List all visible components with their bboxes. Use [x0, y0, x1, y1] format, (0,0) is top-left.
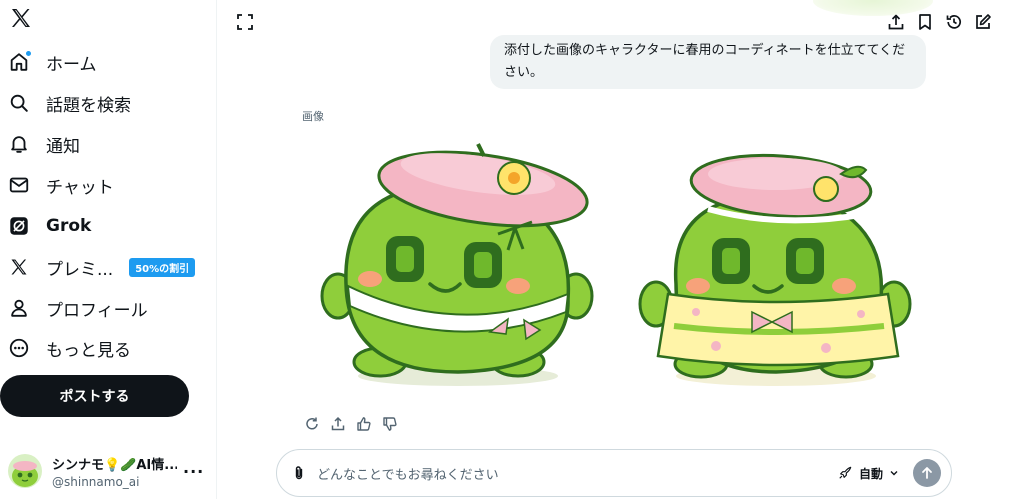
attach-icon[interactable] — [291, 465, 307, 481]
generated-image-2[interactable] — [636, 134, 916, 394]
x-logo-icon[interactable] — [9, 6, 33, 30]
account-handle: @shinnamo_ai — [52, 474, 140, 489]
home-icon — [8, 50, 32, 73]
search-icon — [8, 92, 30, 114]
composer-input[interactable]: どんなことでもお尋ねください — [317, 464, 838, 483]
discount-badge: 50%の割引 — [129, 257, 196, 277]
mail-icon — [8, 174, 30, 196]
history-icon[interactable] — [945, 13, 963, 31]
sidebar-item-grok[interactable]: Grok — [8, 211, 91, 241]
new-chat-icon[interactable] — [974, 13, 992, 31]
grok-icon — [8, 215, 30, 237]
sidebar-item-label: ホーム — [46, 54, 97, 75]
sidebar-item-explore[interactable]: 話題を検索 — [8, 88, 131, 118]
bell-icon — [8, 133, 30, 155]
bookmark-icon[interactable] — [916, 13, 934, 31]
thumbs-up-icon[interactable] — [356, 416, 372, 432]
sidebar-item-label: チャット — [46, 177, 114, 198]
sidebar-item-label: 通知 — [46, 136, 80, 157]
sidebar: ホーム 話題を検索 通知 チャット Grok プレミ... 50%の割引 プロフ… — [0, 0, 217, 499]
rocket-icon — [839, 466, 852, 479]
more-circle-icon — [8, 337, 30, 359]
notification-dot — [25, 50, 32, 57]
person-icon — [8, 297, 30, 319]
share-response-icon[interactable] — [330, 416, 346, 432]
image-caption: 画像 — [302, 110, 324, 123]
x-premium-icon — [8, 256, 30, 278]
mode-select[interactable]: 自動 — [838, 465, 899, 482]
avatar — [8, 454, 42, 488]
sidebar-item-notifications[interactable]: 通知 — [8, 129, 80, 159]
sidebar-item-label: プロフィール — [46, 300, 148, 321]
expand-icon[interactable] — [236, 13, 254, 31]
sidebar-item-label: 話題を検索 — [46, 95, 131, 116]
send-button[interactable] — [913, 459, 941, 487]
grok-chat-panel: 添付した画像のキャラクターに春用のコーディネートを仕立ててください。 画像 どん… — [218, 0, 1024, 499]
user-message-bubble: 添付した画像のキャラクターに春用のコーディネートを仕立ててください。 — [490, 35, 926, 89]
regenerate-icon[interactable] — [304, 416, 320, 432]
message-composer[interactable]: どんなことでもお尋ねください 自動 — [276, 449, 952, 497]
thumbs-down-icon[interactable] — [382, 416, 398, 432]
arrow-up-icon — [922, 467, 932, 479]
mode-label: 自動 — [858, 466, 883, 481]
sidebar-item-home[interactable]: ホーム — [8, 47, 97, 77]
sidebar-item-label: Grok — [46, 216, 92, 236]
account-switcher[interactable]: シンナモ💡🥒AI情... @shinnamo_ai ··· — [8, 450, 208, 492]
sidebar-item-label: プレミ... — [46, 259, 114, 280]
sidebar-item-premium[interactable]: プレミ... 50%の割引 — [8, 252, 196, 282]
post-button[interactable]: ポストする — [0, 375, 189, 417]
sidebar-item-profile[interactable]: プロフィール — [8, 293, 148, 323]
chevron-down-icon — [890, 471, 898, 476]
share-icon[interactable] — [887, 13, 905, 31]
generated-image-1[interactable] — [318, 134, 598, 394]
sidebar-item-more[interactable]: もっと見る — [8, 333, 131, 363]
decorative-glow — [813, 0, 933, 16]
sidebar-item-label: もっと見る — [46, 340, 131, 361]
account-name: シンナモ💡🥒AI情... — [52, 457, 177, 473]
sidebar-item-chat[interactable]: チャット — [8, 170, 114, 200]
account-more-icon[interactable]: ··· — [183, 462, 204, 481]
